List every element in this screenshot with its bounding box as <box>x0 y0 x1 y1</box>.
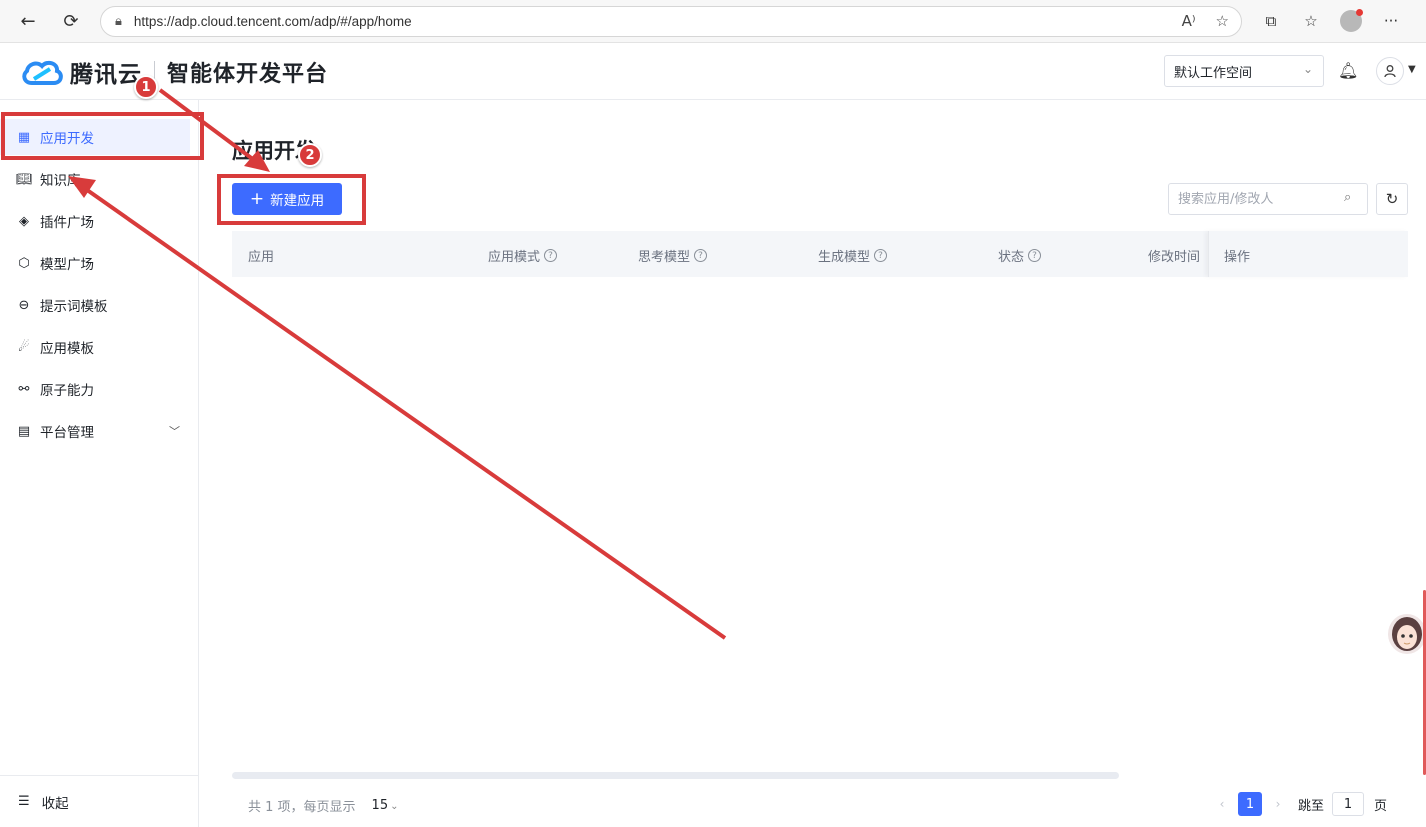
sidebar-item-platform-management[interactable]: ▤ 平台管理 ﹀ <box>0 413 190 449</box>
refresh-button[interactable]: ↻ <box>1376 183 1408 215</box>
sidebar-item-label: 提示词模板 <box>40 299 108 315</box>
workspace-select[interactable]: 默认工作空间 ⌄ <box>1164 55 1324 87</box>
user-avatar[interactable] <box>1376 57 1404 85</box>
settings-doc-icon: ▤ <box>17 423 31 439</box>
jump-page-input[interactable] <box>1332 792 1365 816</box>
total-count-text: 共 1 项，每页显示 <box>248 800 356 815</box>
sidebar-item-knowledge-base[interactable]: 📖︎ 知识库 <box>0 161 190 197</box>
bell-icon[interactable]: 🔔︎ <box>1338 61 1358 80</box>
profile-icon[interactable] <box>1338 8 1364 34</box>
favorites-icon[interactable]: ☆ <box>1298 8 1324 34</box>
sidebar-item-label: 插件广场 <box>40 215 94 231</box>
page-size-select[interactable]: 15 ⌄ <box>372 798 399 813</box>
sidebar-item-label: 应用模板 <box>40 341 94 357</box>
step-badge-1: 1 <box>134 75 158 99</box>
plus-icon: + <box>249 188 265 209</box>
help-icon[interactable]: ? <box>874 249 888 262</box>
horizontal-scrollbar[interactable] <box>232 772 1119 779</box>
table-header: 应用 应用模式? 思考模型? 生成模型? 状态? 修改时间 操作 <box>232 231 1408 277</box>
chevron-down-icon: ⌄ <box>390 801 399 812</box>
caret-down-icon[interactable]: ▼ <box>1408 64 1416 75</box>
read-aloud-icon[interactable]: A⁾ <box>1182 12 1196 30</box>
sidebar-item-label: 应用开发 <box>40 131 94 147</box>
column-header-status: 状态? <box>998 246 1042 265</box>
chevron-down-icon: ﹀ <box>169 425 180 438</box>
search-input[interactable] <box>1168 183 1368 215</box>
sidebar-item-plugin-market[interactable]: ◈ 插件广场 <box>0 203 190 239</box>
search-icon[interactable]: ⌕ <box>1344 190 1351 205</box>
column-header-actions: 操作 <box>1224 250 1251 265</box>
sidebar-item-label: 模型广场 <box>40 257 94 273</box>
pager: ‹ 1 › 跳至 页 <box>1214 792 1387 816</box>
chevron-down-icon: ⌄ <box>1302 62 1313 76</box>
column-header-actions-cell: 操作 <box>1208 231 1408 277</box>
cube-icon: ⬡ <box>18 255 30 271</box>
product-name: 智能体开发平台 <box>167 62 329 87</box>
column-header-generation-model: 生成模型? <box>818 246 888 265</box>
sidebar-item-prompt-templates[interactable]: ⊖ 提示词模板 <box>0 287 190 323</box>
favorite-star-icon[interactable]: ☆ <box>1216 12 1229 30</box>
address-bar[interactable]: 🔒︎ https://adp.cloud.tencent.com/adp/#/a… <box>100 6 1242 37</box>
rocket-icon: ☄ <box>18 339 30 355</box>
annotation-overlay <box>1 88 727 640</box>
book-icon: 📖︎ <box>16 171 33 187</box>
lock-icon: 🔒︎ <box>115 14 122 29</box>
page-unit-label: 页 <box>1374 798 1388 814</box>
link-icon: ⚯ <box>18 381 30 397</box>
sidebar-item-atomic-capabilities[interactable]: ⚯ 原子能力 <box>0 371 190 407</box>
help-icon[interactable]: ? <box>544 249 558 262</box>
sidebar-item-label: 原子能力 <box>40 383 94 399</box>
sidebar: ▦ 应用开发 📖︎ 知识库 ◈ 插件广场 ⬡ 模型广场 ⊖ 提示词模板 ☄ 应用… <box>0 100 199 827</box>
column-header-modified-time: 修改时间 <box>1148 250 1201 265</box>
collapse-label: 收起 <box>41 795 69 812</box>
pagination-summary: 共 1 项，每页显示 15 ⌄ <box>248 796 398 815</box>
sidebar-item-app-templates[interactable]: ☄ 应用模板 <box>0 329 190 365</box>
current-page[interactable]: 1 <box>1238 792 1262 816</box>
minus-circle-icon: ⊖ <box>18 297 30 313</box>
back-icon[interactable]: ← <box>14 7 42 35</box>
collapse-sidebar-button[interactable]: ☰ 收起 <box>0 775 199 827</box>
new-app-button-label: 新建应用 <box>270 193 325 209</box>
column-header-thinking-model: 思考模型? <box>638 246 708 265</box>
prev-page-icon[interactable]: ‹ <box>1214 797 1230 811</box>
browser-toolbar: ← ⟳ 🔒︎ https://adp.cloud.tencent.com/adp… <box>0 0 1426 43</box>
cloud-logo-icon <box>22 60 63 85</box>
column-header-app: 应用 <box>248 250 275 265</box>
layers-icon: ◈ <box>19 213 29 229</box>
sidebar-item-app-development[interactable]: ▦ 应用开发 <box>0 119 190 155</box>
grid-icon: ▦ <box>17 129 31 145</box>
column-header-app-mode: 应用模式? <box>488 246 558 265</box>
help-icon[interactable]: ? <box>1028 249 1042 262</box>
refresh-icon: ↻ <box>1385 191 1399 208</box>
sidebar-item-label: 平台管理 <box>40 425 94 441</box>
next-page-icon[interactable]: › <box>1270 797 1286 811</box>
user-icon <box>1384 65 1396 78</box>
step-badge-2: 2 <box>298 143 322 167</box>
extensions-icon[interactable]: ⧉ <box>1258 8 1284 34</box>
assistant-face-icon <box>1392 617 1422 651</box>
logo[interactable]: 腾讯云 智能体开发平台 <box>20 55 328 89</box>
workspace-value: 默认工作空间 <box>1174 65 1253 81</box>
more-menu-icon[interactable]: ··· <box>1378 8 1404 34</box>
brand-name: 腾讯云 <box>70 62 142 88</box>
jump-label: 跳至 <box>1298 798 1325 814</box>
assistant-avatar[interactable] <box>1388 614 1426 654</box>
sidebar-item-label: 知识库 <box>40 173 81 189</box>
reload-icon[interactable]: ⟳ <box>57 7 85 35</box>
new-app-button[interactable]: + 新建应用 <box>232 183 342 215</box>
sidebar-item-model-market[interactable]: ⬡ 模型广场 <box>0 245 190 281</box>
help-icon[interactable]: ? <box>694 249 708 262</box>
collapse-icon: ☰ <box>18 794 30 809</box>
app-header: 腾讯云 智能体开发平台 默认工作空间 ⌄ 🔔︎ ▼ <box>0 43 1426 100</box>
url-text: https://adp.cloud.tencent.com/adp/#/app/… <box>133 14 412 29</box>
